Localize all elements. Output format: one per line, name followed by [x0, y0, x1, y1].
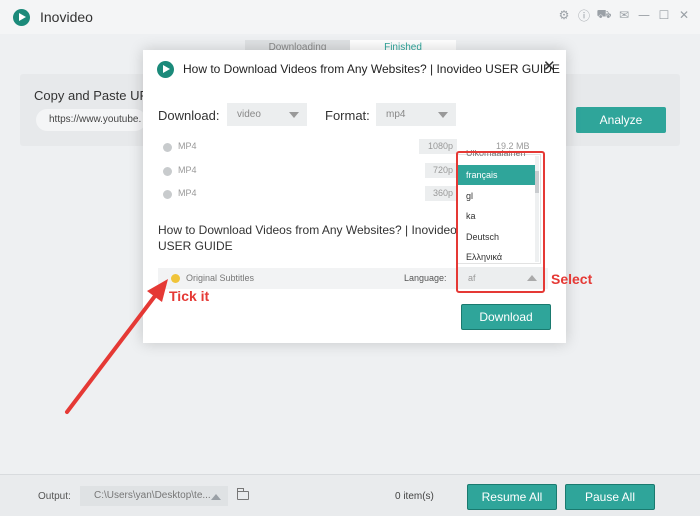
format-label: Format: — [325, 108, 370, 123]
radio-button[interactable] — [163, 143, 172, 152]
feedback-icon[interactable]: ✉ — [616, 7, 632, 23]
cart-icon[interactable]: ⛟ — [596, 7, 612, 23]
folder-icon[interactable] — [236, 488, 249, 500]
output-label: Output: — [38, 491, 71, 502]
analyze-button[interactable]: Analyze — [576, 107, 666, 133]
close-icon[interactable]: ✕ — [676, 7, 692, 23]
download-button[interactable]: Download — [461, 304, 551, 330]
dialog-logo-icon — [157, 61, 174, 78]
dialog-title: How to Download Videos from Any Websites… — [183, 62, 560, 76]
video-title: How to Download Videos from Any Websites… — [158, 223, 457, 253]
annotation-tick: Tick it — [169, 288, 210, 304]
minimize-icon[interactable]: — — [636, 7, 652, 23]
option-format: MP4 — [178, 165, 197, 175]
option-format: MP4 — [178, 188, 197, 198]
annotation-select: Select — [551, 271, 593, 287]
language-label: Language: — [404, 273, 447, 283]
title-bar: Inovideo ⚙ ⓘ ⛟ ✉ — ☐ ✕ — [0, 0, 700, 34]
output-path-field[interactable]: C:\Users\yan\Desktop\te... — [80, 486, 228, 506]
option-resolution: 720p — [425, 163, 457, 178]
radio-button[interactable] — [163, 190, 172, 199]
resume-all-button[interactable]: Resume All — [467, 484, 557, 510]
chevron-down-icon — [289, 112, 299, 118]
option-resolution: 360p — [425, 186, 457, 201]
settings-icon[interactable]: ⚙ — [556, 7, 572, 23]
pause-all-button[interactable]: Pause All — [565, 484, 655, 510]
radio-button[interactable] — [163, 167, 172, 176]
url-input[interactable]: https://www.youtube. — [36, 109, 146, 131]
chevron-down-icon — [438, 112, 448, 118]
option-format: MP4 — [178, 141, 197, 151]
subtitles-checkbox[interactable] — [171, 274, 180, 283]
dialog-close-icon[interactable]: ✕ — [543, 57, 556, 75]
caret-up-icon[interactable] — [211, 494, 221, 500]
download-type-label: Download: — [158, 108, 220, 123]
window-controls: ⚙ ⓘ ⛟ ✉ — ☐ ✕ — [556, 7, 692, 23]
option-resolution: 1080p — [419, 139, 457, 154]
items-count: 0 item(s) — [395, 491, 434, 502]
info-icon[interactable]: ⓘ — [576, 7, 592, 23]
subtitles-label: Original Subtitles — [186, 273, 255, 283]
paste-label: Copy and Paste UR — [34, 88, 149, 103]
app-logo-icon — [13, 9, 30, 26]
maximize-icon[interactable]: ☐ — [656, 7, 672, 23]
annotation-highlight-box — [456, 151, 545, 293]
app-title: Inovideo — [40, 9, 93, 25]
